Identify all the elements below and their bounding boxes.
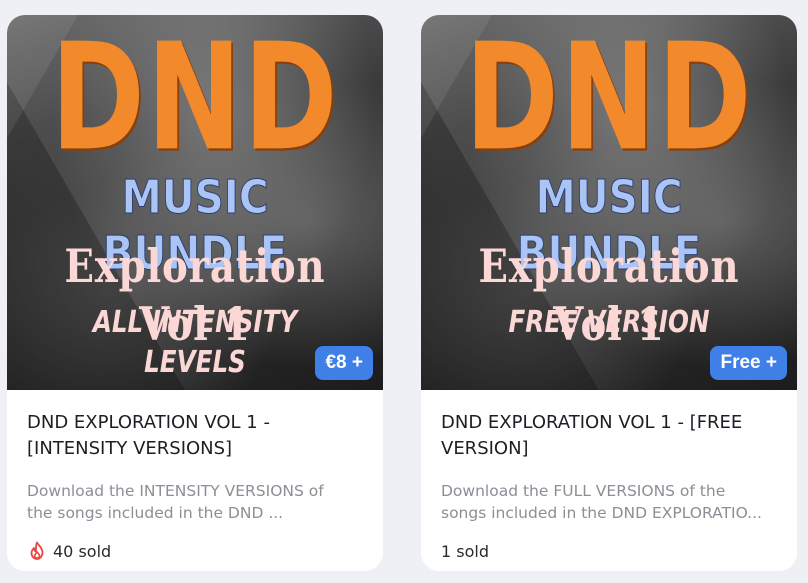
price-badge[interactable]: €8 + bbox=[315, 346, 373, 380]
sold-count: 1 sold bbox=[441, 540, 777, 562]
product-title[interactable]: DND EXPLORATION VOL 1 - [FREE VERSION] bbox=[441, 410, 777, 462]
fire-icon bbox=[30, 541, 44, 560]
cover-logo-subtitle: ALL INTENSITY LEVELS bbox=[92, 305, 298, 380]
product-description: Download the INTENSITY VERSIONS of the s… bbox=[27, 480, 363, 524]
product-description-line: the songs included in the DND ... bbox=[27, 504, 284, 522]
product-description-line: Download the FULL VERSIONS of the bbox=[441, 482, 726, 500]
product-description-line: songs included in the DND EXPLORATIO... bbox=[441, 504, 762, 522]
cover-logo-dnd: DND bbox=[464, 15, 754, 185]
product-description-line: Download the INTENSITY VERSIONS of bbox=[27, 482, 324, 500]
product-title-line: [INTENSITY VERSIONS] bbox=[27, 438, 233, 459]
product-title-line: DND EXPLORATION VOL 1 - bbox=[27, 412, 270, 433]
sold-count: 40 sold bbox=[27, 540, 363, 562]
product-card[interactable]: DND MUSIC BUNDLE Exploration Vol 1 ALL I… bbox=[7, 15, 383, 571]
product-info: DND EXPLORATION VOL 1 - [INTENSITY VERSI… bbox=[7, 390, 383, 562]
sold-count-label: 40 sold bbox=[53, 541, 112, 561]
cover-logo-dnd: DND bbox=[50, 15, 340, 185]
product-info: DND EXPLORATION VOL 1 - [FREE VERSION] D… bbox=[421, 390, 797, 562]
product-card[interactable]: DND MUSIC BUNDLE Exploration Vol 1 FREE … bbox=[421, 15, 797, 571]
product-title[interactable]: DND EXPLORATION VOL 1 - [INTENSITY VERSI… bbox=[27, 410, 363, 462]
price-badge[interactable]: Free + bbox=[710, 346, 787, 380]
cover-logo-subtitle: FREE VERSION bbox=[508, 305, 710, 340]
product-cover-image[interactable]: DND MUSIC BUNDLE Exploration Vol 1 ALL I… bbox=[7, 15, 383, 390]
sold-count-label: 1 sold bbox=[441, 541, 489, 561]
product-description: Download the FULL VERSIONS of the songs … bbox=[441, 480, 777, 524]
product-title-line: VERSION] bbox=[441, 438, 529, 459]
product-title-line: DND EXPLORATION VOL 1 - [FREE bbox=[441, 412, 743, 433]
product-cover-image[interactable]: DND MUSIC BUNDLE Exploration Vol 1 FREE … bbox=[421, 15, 797, 390]
